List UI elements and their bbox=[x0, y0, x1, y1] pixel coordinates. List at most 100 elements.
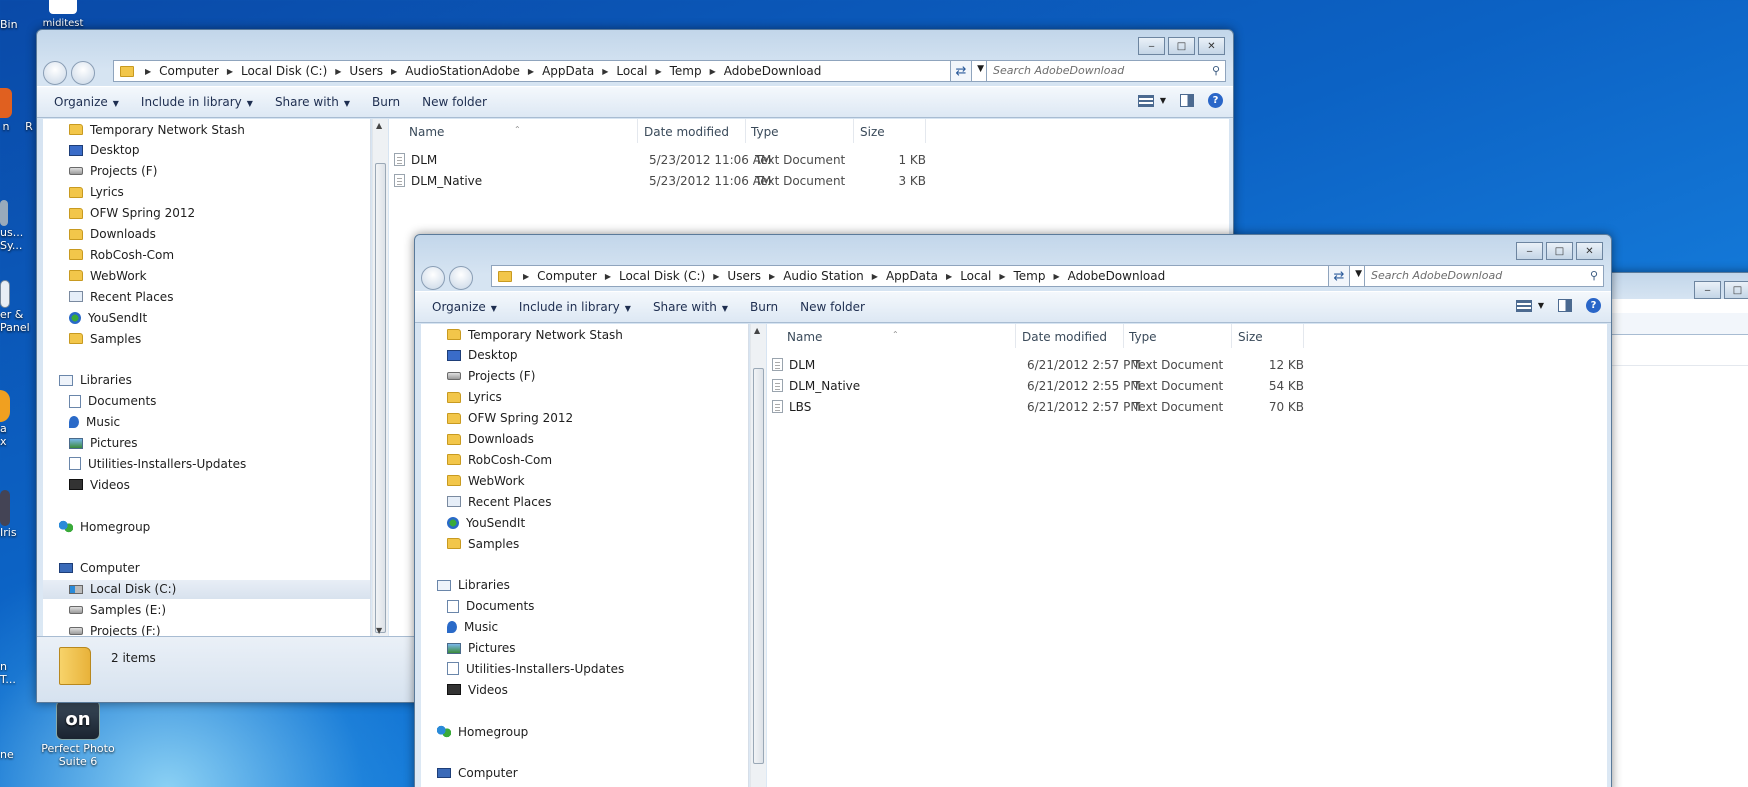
nav-item[interactable]: Utilities-Installers-Updates bbox=[421, 659, 748, 678]
chevron-right-icon[interactable]: ▶ bbox=[335, 67, 341, 76]
nav-item[interactable]: Videos bbox=[421, 680, 748, 699]
nav-item[interactable]: Utilities-Installers-Updates bbox=[43, 454, 370, 473]
desktop-icon-iris[interactable]: Iris bbox=[0, 490, 18, 539]
file-row[interactable]: DLM_Native 6/21/2012 2:55 PM Text Document… bbox=[767, 376, 1607, 395]
nav-item[interactable]: WebWork bbox=[43, 266, 370, 285]
chevron-right-icon[interactable]: ▶ bbox=[655, 67, 661, 76]
close-icon[interactable]: ✕ bbox=[1198, 37, 1225, 55]
explorer-window-third[interactable]: ‒ □ bbox=[1600, 272, 1748, 787]
chevron-right-icon[interactable]: ▶ bbox=[391, 67, 397, 76]
breadcrumb-item[interactable]: AdobeDownload bbox=[724, 64, 822, 78]
maximize-icon[interactable]: □ bbox=[1546, 242, 1573, 260]
chevron-right-icon[interactable]: ▶ bbox=[227, 67, 233, 76]
nav-item[interactable]: YouSendIt bbox=[43, 308, 370, 327]
nav-item[interactable]: Documents bbox=[43, 392, 370, 411]
nav-item[interactable]: Videos bbox=[43, 475, 370, 494]
address-bar[interactable]: ▶ Computer ▶ Local Disk (C:) ▶ Users ▶ A… bbox=[113, 60, 989, 82]
column-date[interactable]: Date modified bbox=[1022, 330, 1107, 344]
chevron-right-icon[interactable]: ▶ bbox=[713, 272, 719, 281]
nav-item[interactable]: Temporary Network Stash bbox=[43, 120, 370, 139]
nav-item[interactable]: RobCosh-Com bbox=[43, 245, 370, 264]
preview-pane-icon[interactable] bbox=[1558, 299, 1572, 312]
new-folder-button[interactable]: New folder bbox=[789, 300, 876, 314]
nav-item[interactable]: Desktop bbox=[43, 141, 370, 160]
organize-button[interactable]: Organize ▼ bbox=[43, 95, 130, 109]
desktop-icon-app-3[interactable]: us... Sy... bbox=[0, 200, 23, 252]
search-input[interactable]: Search AdobeDownload ⚲ bbox=[1364, 265, 1604, 287]
maximize-icon[interactable]: □ bbox=[1724, 281, 1748, 299]
column-size[interactable]: Size bbox=[1238, 330, 1263, 344]
nav-item[interactable]: Lyrics bbox=[421, 388, 748, 407]
breadcrumb-item[interactable]: Computer bbox=[159, 64, 219, 78]
breadcrumb-item[interactable]: AppData bbox=[542, 64, 594, 78]
nav-item[interactable]: WebWork bbox=[421, 471, 748, 490]
help-icon[interactable]: ? bbox=[1586, 298, 1601, 313]
column-divider[interactable] bbox=[1303, 324, 1304, 348]
nav-item[interactable]: Projects (F:) bbox=[43, 622, 370, 637]
column-divider[interactable] bbox=[1015, 324, 1016, 348]
column-divider[interactable] bbox=[745, 119, 746, 143]
share-with-button[interactable]: Share with ▼ bbox=[642, 300, 739, 314]
minimize-icon[interactable]: ‒ bbox=[1694, 281, 1721, 299]
nav-item[interactable]: Samples bbox=[421, 534, 748, 553]
file-row[interactable]: DLM 6/21/2012 2:57 PM Text Document 12 KB bbox=[767, 355, 1607, 374]
new-folder-button[interactable]: New folder bbox=[411, 95, 498, 109]
nav-item[interactable]: Temporary Network Stash bbox=[421, 325, 748, 344]
chevron-right-icon[interactable]: ▶ bbox=[1053, 272, 1059, 281]
nav-item[interactable]: OFW Spring 2012 bbox=[421, 409, 748, 428]
nav-item[interactable]: Desktop bbox=[421, 346, 748, 365]
change-view-button[interactable]: ▼ bbox=[1137, 94, 1166, 107]
close-icon[interactable]: ✕ bbox=[1576, 242, 1603, 260]
nav-item[interactable]: Downloads bbox=[421, 430, 748, 449]
back-button[interactable] bbox=[43, 61, 67, 85]
breadcrumb-item[interactable]: Users bbox=[349, 64, 383, 78]
desktop-icon-miditest[interactable]: miditest bbox=[38, 0, 88, 30]
nav-item[interactable]: Computer bbox=[43, 559, 370, 578]
column-divider[interactable] bbox=[925, 119, 926, 143]
file-row[interactable]: DLM_Native 5/23/2012 11:06 AM Text Documen… bbox=[389, 171, 1229, 190]
breadcrumb-item[interactable]: AudioStationAdobe bbox=[405, 64, 520, 78]
nav-item[interactable]: OFW Spring 2012 bbox=[43, 204, 370, 223]
desktop-icon-app-2[interactable]: R bbox=[24, 120, 34, 133]
search-input[interactable]: Search AdobeDownload ⚲ bbox=[986, 60, 1226, 82]
column-name[interactable]: Name bbox=[787, 330, 822, 344]
column-type[interactable]: Type bbox=[751, 125, 779, 139]
breadcrumb-item[interactable]: Local bbox=[616, 64, 647, 78]
scroll-thumb[interactable] bbox=[753, 368, 764, 764]
back-button[interactable] bbox=[421, 266, 445, 290]
burn-button[interactable]: Burn bbox=[739, 300, 789, 314]
nav-item[interactable]: Samples (E:) bbox=[43, 601, 370, 620]
nav-item[interactable]: Pictures bbox=[43, 434, 370, 453]
desktop-icon-control-panel[interactable]: er & Panel bbox=[0, 280, 30, 334]
breadcrumb-item[interactable]: Local bbox=[960, 269, 991, 283]
nav-item[interactable]: Recent Places bbox=[43, 287, 370, 306]
column-type[interactable]: Type bbox=[1129, 330, 1157, 344]
search-icon[interactable]: ⚲ bbox=[1212, 64, 1220, 77]
breadcrumb-item[interactable]: Audio Station bbox=[783, 269, 864, 283]
scroll-up-icon[interactable]: ▲ bbox=[754, 326, 760, 335]
breadcrumb-item[interactable]: Computer bbox=[537, 269, 597, 283]
column-divider[interactable] bbox=[637, 119, 638, 143]
chevron-right-icon[interactable]: ▶ bbox=[710, 67, 716, 76]
minimize-icon[interactable]: ‒ bbox=[1516, 242, 1543, 260]
desktop-icon-app-5[interactable]: n T... bbox=[0, 660, 24, 686]
nav-item[interactable]: Lyrics bbox=[43, 183, 370, 202]
desktop-icon-app-6[interactable]: ne bbox=[0, 748, 14, 761]
breadcrumb-item[interactable]: Temp bbox=[1013, 269, 1045, 283]
column-date[interactable]: Date modified bbox=[644, 125, 729, 139]
forward-button[interactable] bbox=[449, 266, 473, 290]
desktop-icon-app-1[interactable]: n bbox=[0, 88, 12, 133]
nav-item[interactable]: Music bbox=[43, 413, 370, 432]
chevron-right-icon[interactable]: ▶ bbox=[602, 67, 608, 76]
column-divider[interactable] bbox=[1231, 324, 1232, 348]
column-divider[interactable] bbox=[1123, 324, 1124, 348]
maximize-icon[interactable]: □ bbox=[1168, 37, 1195, 55]
chevron-right-icon[interactable]: ▶ bbox=[999, 272, 1005, 281]
nav-item[interactable]: Homegroup bbox=[421, 722, 748, 741]
refresh-button[interactable]: ⇄ bbox=[950, 60, 972, 82]
scroll-thumb[interactable] bbox=[375, 163, 386, 633]
include-in-library-button[interactable]: Include in library ▼ bbox=[130, 95, 264, 109]
chevron-right-icon[interactable]: ▶ bbox=[605, 272, 611, 281]
help-icon[interactable]: ? bbox=[1208, 93, 1223, 108]
breadcrumb-item[interactable]: AdobeDownload bbox=[1068, 269, 1166, 283]
